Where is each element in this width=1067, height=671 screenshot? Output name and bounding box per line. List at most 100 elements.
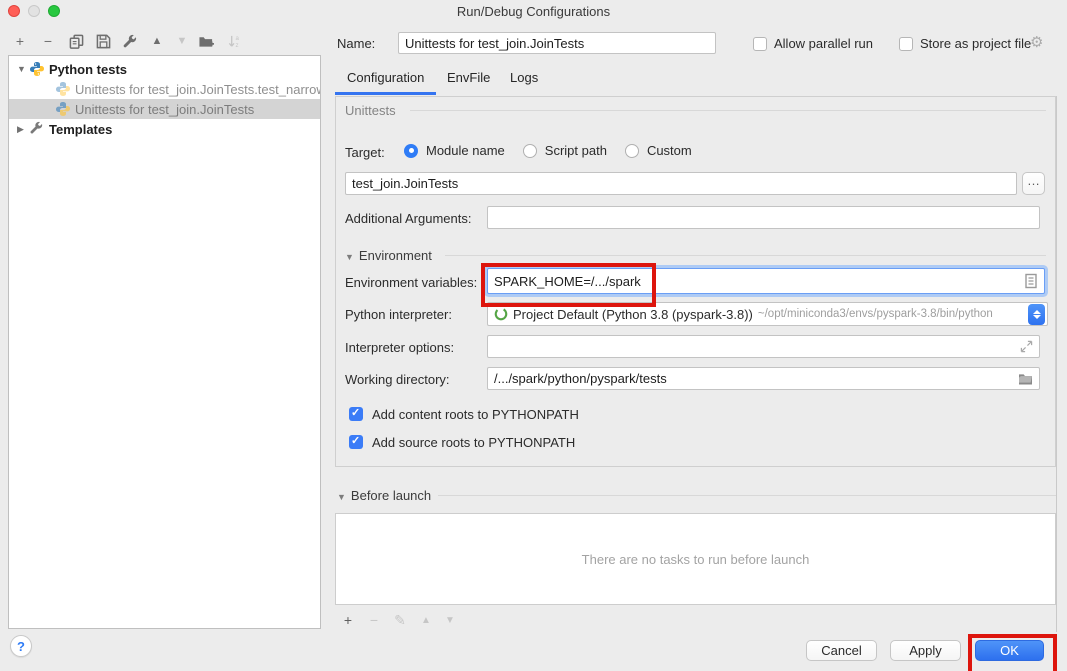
browse-variables-icon[interactable] xyxy=(1024,273,1038,289)
radio-module-name[interactable] xyxy=(404,144,418,158)
radio-script-path-label: Script path xyxy=(545,143,607,158)
before-launch-section-line xyxy=(438,495,1056,496)
tree-item-unittest-jointests-selected[interactable]: Unittests for test_join.JoinTests xyxy=(9,99,320,119)
interpreter-options-label: Interpreter options: xyxy=(345,340,454,355)
radio-custom-label: Custom xyxy=(647,143,692,158)
add-content-roots-checkbox[interactable] xyxy=(349,407,363,421)
radio-module-name-label: Module name xyxy=(426,143,505,158)
move-task-up-icon: ▲ xyxy=(417,611,435,629)
ok-button[interactable]: OK xyxy=(975,640,1044,661)
python-icon xyxy=(55,81,71,97)
target-label: Target: xyxy=(345,145,385,160)
additional-arguments-input[interactable] xyxy=(494,210,1033,225)
before-launch-section-header[interactable]: ▼ Before launch xyxy=(337,488,431,503)
move-down-icon: ▼ xyxy=(172,31,192,51)
run-debug-configurations-dialog: Run/Debug Configurations + − ▲ ▼ az ▼ Py… xyxy=(0,0,1067,671)
edit-defaults-wrench-icon[interactable] xyxy=(119,31,139,51)
python-interpreter-path-hint: ~/opt/miniconda3/envs/pyspark-3.8/bin/py… xyxy=(758,308,993,320)
before-launch-empty-text: There are no tasks to run before launch xyxy=(582,552,810,567)
conda-environment-icon xyxy=(494,307,508,321)
help-icon: ? xyxy=(17,639,25,654)
interpreter-options-field[interactable] xyxy=(487,335,1040,358)
interpreter-options-input[interactable] xyxy=(494,339,1020,354)
unittests-group-line xyxy=(410,110,1046,111)
folder-icon[interactable] xyxy=(1018,372,1033,385)
environment-section-header[interactable]: ▼ Environment xyxy=(345,248,432,263)
apply-button[interactable]: Apply xyxy=(890,640,961,661)
tree-item-label: Python tests xyxy=(49,62,127,77)
additional-arguments-field[interactable] xyxy=(487,206,1040,229)
name-input[interactable] xyxy=(405,36,709,51)
move-task-down-icon: ▼ xyxy=(441,611,459,629)
python-icon xyxy=(29,61,45,77)
expand-field-icon[interactable] xyxy=(1020,340,1033,353)
additional-arguments-label: Additional Arguments: xyxy=(345,211,471,226)
svg-text:z: z xyxy=(235,42,238,49)
name-label: Name: xyxy=(337,36,375,51)
gear-icon[interactable]: ⚙ xyxy=(1030,33,1043,51)
tree-item-python-tests[interactable]: ▼ Python tests xyxy=(9,59,320,79)
remove-configuration-icon[interactable]: − xyxy=(38,31,58,51)
add-task-icon[interactable]: + xyxy=(339,611,357,629)
section-collapse-icon[interactable]: ▼ xyxy=(337,492,346,502)
chevron-down-icon[interactable]: ▼ xyxy=(17,64,29,74)
tab-logs[interactable]: Logs xyxy=(510,70,538,85)
allow-parallel-run-checkbox[interactable] xyxy=(753,37,767,51)
tree-item-unittest-narrow[interactable]: Unittests for test_join.JoinTests.test_n… xyxy=(9,79,320,99)
python-interpreter-value: Project Default (Python 3.8 (pyspark-3.8… xyxy=(513,307,753,322)
chevron-right-icon[interactable]: ▶ xyxy=(17,124,29,135)
radio-custom[interactable] xyxy=(625,144,639,158)
environment-variables-label: Environment variables: xyxy=(345,275,477,290)
save-configuration-icon[interactable] xyxy=(93,31,113,51)
copy-configuration-icon[interactable] xyxy=(66,31,86,51)
new-folder-icon[interactable] xyxy=(196,31,216,51)
python-interpreter-label: Python interpreter: xyxy=(345,307,452,322)
before-launch-section-title: Before launch xyxy=(351,488,431,503)
configurations-tree: ▼ Python tests Unittests for test_join.J… xyxy=(8,55,321,629)
python-interpreter-select[interactable]: Project Default (Python 3.8 (pyspark-3.8… xyxy=(487,302,1048,326)
wrench-icon xyxy=(29,121,45,137)
tree-item-label: Unittests for test_join.JoinTests xyxy=(75,102,254,117)
remove-task-icon: − xyxy=(365,611,383,629)
help-button[interactable]: ? xyxy=(10,635,32,657)
target-radio-group: Module name Script path Custom xyxy=(404,143,692,158)
tree-item-label: Templates xyxy=(49,122,112,137)
sort-configurations-icon: az xyxy=(224,31,244,51)
tab-configuration[interactable]: Configuration xyxy=(347,70,424,85)
browse-module-button[interactable]: … xyxy=(1022,172,1045,195)
add-source-roots-checkbox[interactable] xyxy=(349,435,363,449)
tab-envfile[interactable]: EnvFile xyxy=(447,70,490,85)
cancel-button[interactable]: Cancel xyxy=(806,640,877,661)
tree-item-label: Unittests for test_join.JoinTests.test_n… xyxy=(75,82,321,97)
add-source-roots-label: Add source roots to PYTHONPATH xyxy=(372,435,575,450)
ellipsis-icon: … xyxy=(1027,173,1040,188)
store-as-project-file-label: Store as project file xyxy=(920,36,1031,51)
add-content-roots-label: Add content roots to PYTHONPATH xyxy=(372,407,579,422)
working-directory-label: Working directory: xyxy=(345,372,450,387)
environment-variables-input[interactable] xyxy=(494,274,1024,289)
move-up-icon[interactable]: ▲ xyxy=(147,31,167,51)
titlebar: Run/Debug Configurations xyxy=(0,0,1067,22)
section-collapse-icon[interactable]: ▼ xyxy=(345,252,354,262)
target-module-input[interactable] xyxy=(352,176,1010,191)
before-launch-task-list: There are no tasks to run before launch xyxy=(335,513,1056,605)
window-title: Run/Debug Configurations xyxy=(0,4,1067,19)
dropdown-stepper-icon[interactable] xyxy=(1028,304,1045,325)
environment-section-title: Environment xyxy=(359,248,432,263)
working-directory-field[interactable] xyxy=(487,367,1040,390)
active-tab-indicator xyxy=(335,92,436,95)
python-icon xyxy=(55,101,71,117)
unittests-group-title: Unittests xyxy=(345,103,396,118)
store-as-project-file-checkbox[interactable] xyxy=(899,37,913,51)
tree-item-templates[interactable]: ▶ Templates xyxy=(9,119,320,139)
allow-parallel-run-label: Allow parallel run xyxy=(774,36,873,51)
environment-variables-field[interactable] xyxy=(487,268,1045,294)
environment-section-line xyxy=(445,255,1046,256)
edit-task-icon: ✎ xyxy=(391,611,409,629)
radio-script-path[interactable] xyxy=(523,144,537,158)
target-module-field[interactable] xyxy=(345,172,1017,195)
name-field[interactable] xyxy=(398,32,716,54)
svg-text:a: a xyxy=(235,35,239,42)
working-directory-input[interactable] xyxy=(494,371,1018,386)
add-configuration-icon[interactable]: + xyxy=(10,31,30,51)
